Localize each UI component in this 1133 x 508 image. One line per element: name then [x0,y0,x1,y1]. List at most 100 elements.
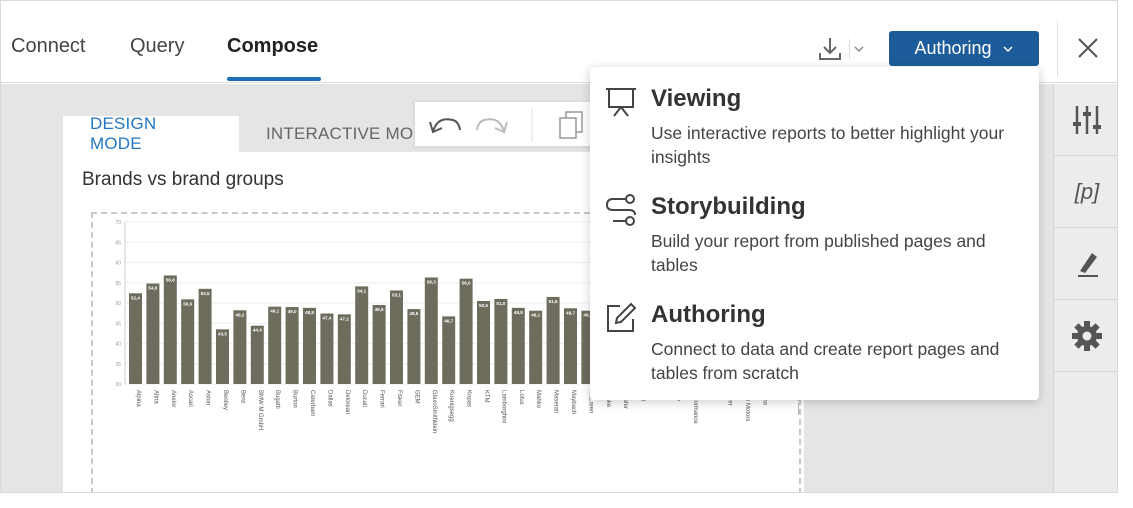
undo-icon [429,118,461,134]
menu-item-viewing[interactable]: Viewing Use interactive reports to bette… [590,67,1039,171]
bar-value-label: 50,5 [479,303,488,308]
x-tick-label: Lotus [518,390,524,405]
tab-interactive-mode[interactable]: INTERACTIVE MODE [239,116,429,152]
presentation-icon [606,88,636,117]
bar-value-label: 51,5 [549,299,558,304]
y-tick-label: 65 [115,240,121,246]
bar-value-label: 56,8 [166,277,175,282]
bar-value-label: 46,7 [444,318,453,323]
app-window: Connect Query Compose Authoring DESIGN M… [0,0,1118,493]
filters-button[interactable] [1054,84,1117,156]
menu-item-title: Viewing [651,85,742,112]
story-path-icon [605,194,636,226]
y-tick-label: 40 [115,342,121,348]
bar-value-label: 48,8 [305,310,314,315]
bar-value-label: 49,1 [270,309,279,314]
x-tick-label: Koenigsegg [448,390,454,422]
bar-value-label: 49,5 [375,307,384,312]
y-tick-label: 70 [115,220,121,226]
tab-query[interactable]: Query [130,35,184,58]
bar-value-label: 53,5 [201,291,210,296]
x-tick-label: Caterham [309,390,315,416]
x-tick-label: Bugatti [274,390,280,409]
chart-bar [129,293,142,384]
bar-value-label: 48,8 [514,310,523,315]
x-tick-label: Maybach [570,390,576,414]
divider [1057,21,1058,76]
bar-value-label: 56,0 [462,281,471,286]
active-tab-indicator [227,77,321,81]
x-tick-label: Fisker [396,390,402,406]
x-tick-label: Ducati [361,390,367,407]
svg-text:[p]: [p] [1074,179,1100,204]
x-tick-label: Ferrari [379,390,385,408]
y-tick-label: 45 [115,321,121,327]
bar-value-label: 50,9 [183,301,192,306]
chart-bar [181,299,195,384]
x-tick-label: Bentley [222,390,228,410]
bar-value-label: 54,8 [148,286,157,291]
pen-icon [1078,252,1098,277]
chart-bar [250,325,264,384]
chart-bar [337,314,351,384]
menu-item-description: Build your report from published pages a… [651,231,986,275]
menu-item-title: Authoring [651,301,766,328]
chart-bar [303,307,316,384]
download-menu-button[interactable] [849,39,867,59]
chart-bar [442,316,456,384]
bar-value-label: 48,2 [235,312,244,317]
x-tick-label: Benz [239,390,245,404]
x-tick-label: Anelor [170,390,176,407]
chart-bar [285,307,299,384]
chart-bar [390,290,403,384]
bar-value-label: 49,0 [288,309,297,314]
bar-value-label: 48,7 [566,310,575,315]
page-title: Brands vs brand groups [82,169,284,190]
chart-bar [459,278,473,384]
settings-button[interactable] [1054,300,1117,372]
y-tick-label: 55 [115,281,121,287]
authoring-mode-button[interactable]: Authoring [889,31,1039,66]
download-button[interactable] [814,33,846,65]
x-tick-label: Altria [152,390,158,404]
x-tick-label: Alpina [135,390,141,407]
chart-bar [529,310,543,384]
chart-bar [146,283,160,384]
menu-item-authoring[interactable]: Authoring Connect to data and create rep… [590,283,1039,387]
chart-bar [233,310,247,384]
tab-design-mode[interactable]: DESIGN MODE [63,114,239,153]
x-tick-label: GEM [413,390,419,404]
chart-bar [564,308,577,384]
chart-bar [320,313,334,384]
chevron-down-icon [854,46,864,53]
format-button[interactable] [1054,228,1117,300]
tab-compose[interactable]: Compose [227,35,318,58]
authoring-mode-label: Authoring [914,38,992,58]
copy-icon [559,111,583,139]
download-icon [819,38,841,60]
menu-item-storybuilding[interactable]: Storybuilding Build your report from pub… [590,175,1039,279]
y-tick-label: 35 [115,362,121,368]
chart-bar [511,307,525,384]
chart-bar [268,306,282,384]
y-tick-label: 50 [115,301,121,307]
chart-bar [546,296,560,384]
bar-value-label: 44,4 [253,328,262,333]
x-tick-label: Burton [292,390,298,408]
parameters-button[interactable]: [p] [1054,156,1117,228]
bar-value-label: 54,1 [357,288,366,293]
bar-value-label: 52,4 [131,295,140,300]
edit-icon [607,302,637,332]
bar-value-label: 56,3 [427,279,436,284]
chevron-down-icon [1003,45,1013,52]
parameter-icon: [p] [1074,179,1100,204]
y-tick-label: 30 [115,382,121,388]
x-tick-label: Ascari [187,390,193,407]
sliders-icon [1073,105,1101,134]
close-button[interactable] [1075,35,1101,61]
bar-value-label: 47,2 [340,316,349,321]
x-tick-label: Dallas [326,390,332,407]
right-panel-rail: [p] [1053,84,1117,492]
bar-value-label: 48,1 [531,313,540,318]
tab-connect[interactable]: Connect [11,35,86,58]
